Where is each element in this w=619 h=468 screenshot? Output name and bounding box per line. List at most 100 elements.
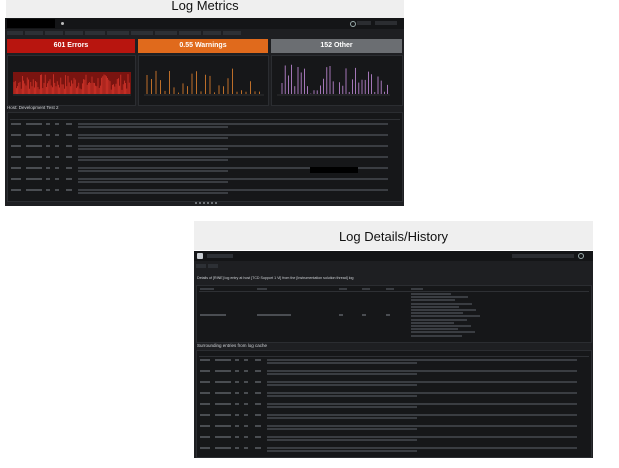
filter-chip[interactable]	[131, 31, 153, 35]
table-cell	[55, 178, 59, 180]
message-cell	[267, 450, 417, 452]
errors-chart	[13, 72, 131, 96]
filter-chip[interactable]	[25, 31, 43, 35]
table-row[interactable]	[197, 392, 591, 402]
time-picker-button[interactable]	[357, 21, 371, 25]
message-cell	[267, 373, 417, 375]
filter-chip[interactable]	[65, 31, 83, 35]
table-row[interactable]	[197, 381, 591, 391]
table-cell	[200, 403, 210, 405]
table-cell	[200, 436, 210, 438]
table-cell	[215, 359, 231, 361]
table-cell	[255, 403, 261, 405]
filter-chip[interactable]	[223, 31, 241, 35]
table-cell	[55, 167, 59, 169]
warnings-chart-panel[interactable]	[138, 55, 269, 106]
table-cell	[255, 359, 261, 361]
table-cell	[46, 178, 50, 180]
table-cell	[244, 381, 248, 383]
table-cell	[235, 403, 239, 405]
errors-stat-panel[interactable]: 601 Errors	[7, 39, 135, 53]
message-cell	[78, 123, 388, 125]
refresh-button[interactable]	[375, 21, 397, 25]
table-cell	[66, 134, 72, 136]
table-cell	[66, 167, 72, 169]
table-cell	[215, 392, 231, 394]
message-cell	[78, 189, 388, 191]
detail-cell	[362, 314, 366, 316]
other-stat-panel[interactable]: 152 Other	[271, 39, 402, 53]
detail-cell	[386, 314, 390, 316]
table-cell	[26, 145, 42, 147]
errors-chart-panel[interactable]	[7, 55, 136, 106]
table-cell	[244, 414, 248, 416]
table-cell	[244, 436, 248, 438]
details-header-line: Details of [RINE] log entry at host [TCD…	[197, 276, 354, 280]
message-cell	[267, 428, 417, 430]
zoom-icon[interactable]	[578, 253, 584, 259]
app-logo	[7, 19, 55, 28]
filter-chip[interactable]	[196, 264, 206, 268]
table-cell	[235, 370, 239, 372]
message-cell	[267, 406, 417, 408]
table-cell	[55, 189, 59, 191]
table-cell	[215, 414, 231, 416]
log-metrics-caption: Log Metrics	[171, 0, 239, 13]
message-cell	[267, 392, 577, 394]
table-cell	[244, 392, 248, 394]
pagination-dots[interactable]	[195, 202, 217, 204]
dashboard-title-button[interactable]	[207, 254, 233, 258]
message-cell	[267, 447, 577, 449]
table-row[interactable]	[8, 156, 402, 166]
filter-chip[interactable]	[208, 264, 218, 268]
table-cell	[46, 145, 50, 147]
message-cell	[267, 414, 577, 416]
table-row[interactable]	[8, 145, 402, 155]
time-range-button[interactable]	[512, 254, 574, 258]
table-row[interactable]	[197, 447, 591, 457]
filter-chip[interactable]	[107, 31, 129, 35]
table-cell	[46, 189, 50, 191]
table-cell	[11, 178, 21, 180]
filter-chip[interactable]	[45, 31, 63, 35]
detail-header-divider	[199, 291, 589, 292]
table-cell	[55, 145, 59, 147]
message-cell	[267, 362, 417, 364]
table-row[interactable]	[197, 403, 591, 413]
table-cell	[55, 134, 59, 136]
detail-message-line	[411, 312, 463, 315]
detail-cell	[257, 314, 291, 316]
table-row[interactable]	[8, 189, 402, 199]
message-cell	[78, 170, 228, 172]
table-row[interactable]	[197, 425, 591, 435]
filter-chip[interactable]	[203, 31, 221, 35]
table-row[interactable]	[8, 178, 402, 188]
table-row[interactable]	[8, 134, 402, 144]
message-cell	[78, 145, 388, 147]
message-cell	[267, 417, 417, 419]
detail-col-header	[362, 288, 370, 290]
zoom-out-icon[interactable]	[350, 21, 356, 27]
menu-dot-icon[interactable]	[61, 22, 64, 25]
table-row[interactable]	[197, 414, 591, 424]
table-row[interactable]	[197, 370, 591, 380]
filter-bar	[5, 30, 404, 37]
app-logo-icon	[197, 253, 203, 259]
table-cell	[26, 134, 42, 136]
filter-chip[interactable]	[179, 31, 201, 35]
detail-cell	[200, 314, 226, 316]
table-row[interactable]	[197, 359, 591, 369]
warnings-stat-panel[interactable]: 0.55 Warnings	[138, 39, 268, 53]
other-chart-panel[interactable]	[271, 55, 403, 106]
table-cell	[55, 156, 59, 158]
filter-chip[interactable]	[7, 31, 23, 35]
table-cell	[200, 359, 210, 361]
table-row[interactable]	[197, 436, 591, 446]
log-details-screenshot: Details of [RINE] log entry at host [TCD…	[194, 251, 593, 458]
table-row[interactable]	[8, 123, 402, 133]
table-cell	[11, 123, 21, 125]
detail-message-line	[411, 299, 455, 302]
filter-chip[interactable]	[85, 31, 105, 35]
message-cell	[267, 425, 577, 427]
filter-chip[interactable]	[155, 31, 177, 35]
